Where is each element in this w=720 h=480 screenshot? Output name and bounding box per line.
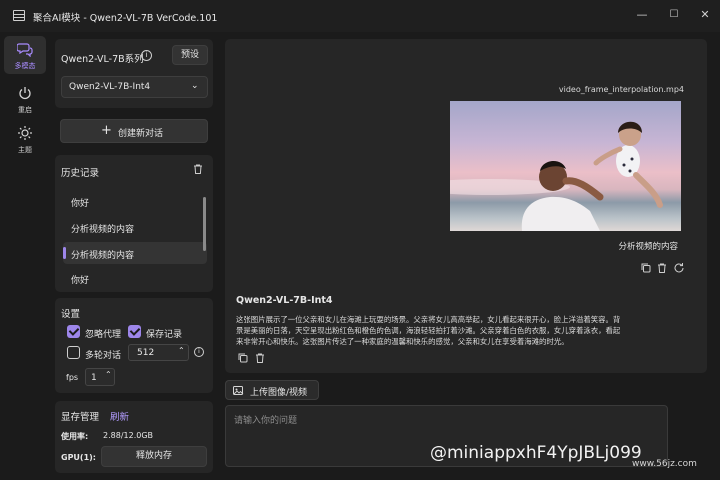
release-memory-button[interactable]: 释放内存 — [101, 446, 207, 467]
new-chat-button[interactable]: + 创建新对话 — [60, 119, 208, 143]
usage-value: 2.88/12.0GB — [103, 431, 154, 440]
nav-restart[interactable]: 重启 — [4, 80, 46, 118]
beach-photo-illustration — [450, 121, 663, 231]
memory-panel: 显存管理 刷新 使用率: 2.88/12.0GB GPU(1): 释放内存 — [55, 401, 213, 473]
history-item[interactable]: 你好 — [63, 267, 207, 289]
history-title: 历史记录 — [61, 168, 100, 179]
plus-icon: + — [101, 123, 112, 138]
history-item-label: 分析视频的内容 — [71, 225, 135, 235]
upload-media-button[interactable]: 上传图像/视频 — [225, 380, 319, 400]
save-history-label: 保存记录 — [146, 330, 183, 340]
multi-turn-value: 512 — [137, 348, 155, 358]
model-select-value: Qwen2-VL-7B-Int4 — [69, 82, 151, 92]
gpu-label: GPU(1): — [61, 453, 97, 462]
settings-panel: 设置 忽略代理 保存记录 多轮对话 512 ⌃ i fps 1 ⌃ — [55, 298, 213, 393]
model-panel: Qwen2-VL-7B系列 i 预设 Qwen2-VL-7B-Int4 ⌄ — [55, 39, 213, 108]
assistant-name: Qwen2-VL-7B-Int4 — [236, 295, 333, 306]
stepper-arrows-icon[interactable]: ⌃ — [178, 346, 185, 355]
message-input-placeholder: 请输入你的问题 — [234, 416, 298, 426]
user-file-name: video_frame_interpolation.mp4 — [558, 85, 684, 94]
maximize-button[interactable]: ☐ — [663, 5, 685, 25]
info-icon[interactable]: i — [194, 347, 204, 357]
history-panel: 历史记录 你好 分析视频的内容 分析视频的内容 你好 — [55, 155, 213, 292]
minimize-button[interactable]: — — [631, 5, 653, 25]
settings-title: 设置 — [61, 309, 81, 320]
history-item[interactable]: 你好 — [63, 190, 207, 212]
multi-turn-stepper[interactable]: 512 ⌃ — [128, 344, 189, 361]
upload-media-label: 上传图像/视频 — [250, 388, 308, 398]
ignore-proxy-checkbox[interactable] — [67, 325, 80, 338]
fps-stepper[interactable]: 1 ⌃ — [85, 368, 115, 386]
history-scrollbar[interactable] — [203, 197, 206, 251]
nav-label: 主题 — [18, 146, 32, 154]
new-chat-label: 创建新对话 — [118, 129, 164, 139]
multi-turn-label: 多轮对话 — [85, 351, 122, 361]
nav-label: 重启 — [18, 106, 32, 114]
power-icon — [19, 87, 31, 100]
history-item[interactable]: 分析视频的内容 — [63, 242, 207, 264]
ignore-proxy-label: 忽略代理 — [85, 330, 122, 340]
history-item[interactable]: 分析视频的内容 — [63, 216, 207, 238]
watermark-text: @miniappxhF4YpJBLj099 — [430, 443, 642, 463]
chat-bubbles-icon — [17, 43, 33, 57]
video-thumbnail[interactable] — [450, 101, 681, 231]
close-button[interactable]: ✕ — [694, 5, 716, 25]
assistant-message-line: 这张图片展示了一位父亲和女儿在海滩上玩耍的场景。父亲将女儿高高举起，女儿看起来很… — [236, 315, 621, 324]
fps-label: fps — [66, 373, 79, 382]
usage-label: 使用率: — [61, 432, 89, 441]
fps-value: 1 — [91, 373, 97, 383]
image-upload-icon — [233, 386, 244, 395]
sun-icon — [18, 126, 32, 140]
save-history-checkbox[interactable] — [128, 325, 141, 338]
copy-icon[interactable] — [237, 352, 249, 364]
info-icon[interactable]: i — [141, 50, 152, 61]
history-item-label: 你好 — [71, 276, 90, 286]
memory-title: 显存管理 — [61, 412, 100, 423]
trash-icon[interactable] — [656, 262, 668, 274]
refresh-icon[interactable] — [673, 262, 685, 274]
assistant-message-line: 来非常开心和快乐。这张图片传达了一种家庭的温馨和快乐的感觉，父亲和女儿在享受着海… — [236, 337, 569, 346]
nav-multimodal[interactable]: 多模态 — [4, 36, 46, 74]
multi-turn-checkbox[interactable] — [67, 346, 80, 359]
title-bar: 聚合AI模块 - Qwen2-VL-7B VerCode.101 — ☐ ✕ — [0, 0, 720, 32]
app-logo-icon — [13, 10, 25, 21]
nav-theme[interactable]: 主题 — [4, 120, 46, 158]
chevron-down-icon: ⌄ — [191, 81, 199, 91]
refresh-link[interactable]: 刷新 — [110, 409, 129, 423]
watermark-site: www.56jz.com — [632, 459, 697, 469]
stepper-arrows-icon[interactable]: ⌃ — [105, 370, 112, 379]
trash-icon[interactable] — [254, 352, 266, 364]
trash-icon[interactable] — [192, 163, 204, 175]
preset-button[interactable]: 预设 — [172, 45, 208, 65]
assistant-message-line: 景是美丽的日落，天空呈现出粉红色和橙色的色调，海浪轻轻拍打着沙滩。父亲穿着白色的… — [236, 326, 621, 335]
history-item-label: 你好 — [71, 199, 90, 209]
user-message-text: 分析视频的内容 — [618, 242, 678, 252]
model-select[interactable]: Qwen2-VL-7B-Int4 ⌄ — [61, 76, 208, 98]
window-title: 聚合AI模块 - Qwen2-VL-7B VerCode.101 — [33, 13, 218, 24]
model-series-label: Qwen2-VL-7B系列 — [61, 54, 144, 65]
copy-icon[interactable] — [640, 262, 652, 274]
nav-label: 多模态 — [14, 62, 36, 70]
history-item-label: 分析视频的内容 — [71, 251, 135, 261]
